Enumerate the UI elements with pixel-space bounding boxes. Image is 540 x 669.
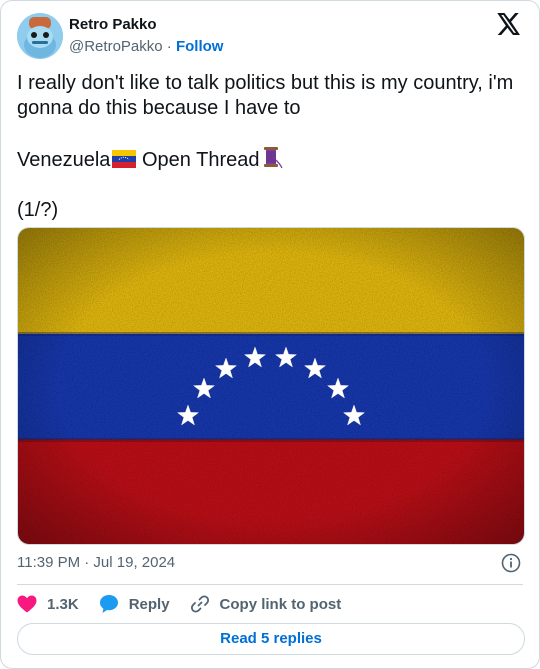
venezuela-flag-image [18, 228, 524, 544]
post-text-line2: Venezuela Open Thread [17, 147, 284, 171]
x-logo-icon[interactable] [497, 13, 521, 35]
read-replies-button[interactable]: Read 5 replies [17, 623, 525, 655]
reply-button[interactable]: Reply [99, 594, 170, 614]
post-text-line1: I really don't like to talk politics but… [17, 72, 519, 119]
post-image[interactable] [17, 227, 525, 545]
separator-dot: · [166, 38, 176, 55]
like-count: 1.3K [47, 595, 79, 613]
follow-button[interactable]: Follow [176, 38, 224, 55]
post-text-line3: (1/?) [17, 199, 59, 221]
handle-row: @RetroPakko · Follow [69, 37, 223, 57]
copy-link-label: Copy link to post [219, 595, 342, 613]
author-block: Retro Pakko @RetroPakko · Follow [69, 15, 223, 57]
author-handle[interactable]: @RetroPakko [69, 38, 163, 55]
copy-link-button[interactable]: Copy link to post [190, 594, 342, 614]
reply-bubble-icon [99, 595, 118, 613]
reply-label: Reply [128, 595, 170, 613]
divider [17, 584, 523, 585]
venezuela-flag-emoji-icon [112, 150, 137, 168]
open-thread-text: Open Thread [136, 149, 260, 171]
info-icon[interactable] [501, 553, 521, 573]
post-text: I really don't like to talk politics but… [17, 71, 517, 223]
heart-icon [17, 595, 37, 613]
thread-spool-emoji-icon [264, 147, 284, 169]
post-timestamp[interactable]: 11:39 PM · Jul 19, 2024 [17, 553, 175, 573]
avatar-image [17, 13, 63, 59]
avatar[interactable] [17, 13, 63, 59]
action-bar: 1.3K Reply Copy link to post [17, 591, 361, 617]
link-icon [190, 595, 209, 613]
post-card: Retro Pakko @RetroPakko · Follow I reall… [0, 0, 540, 669]
like-button[interactable]: 1.3K [17, 595, 79, 613]
author-name[interactable]: Retro Pakko [69, 15, 223, 35]
venezuela-text: Venezuela [17, 149, 111, 171]
